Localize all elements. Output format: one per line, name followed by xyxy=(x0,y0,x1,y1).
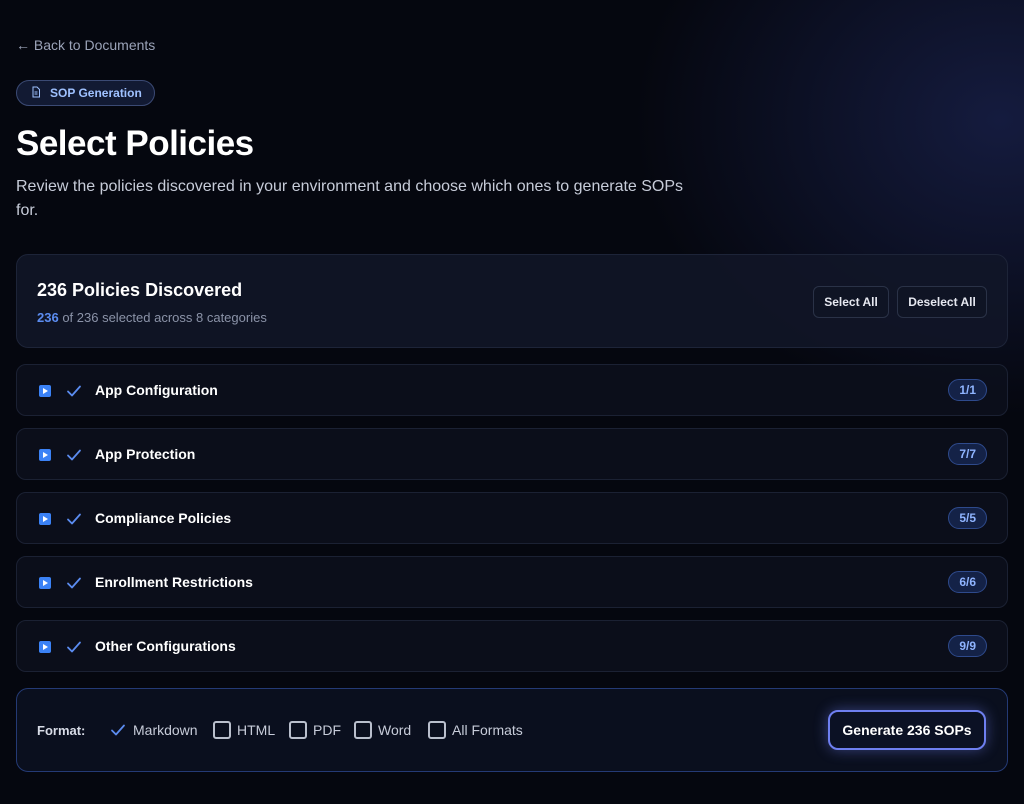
page-title: Select Policies xyxy=(16,124,254,163)
checkbox[interactable] xyxy=(213,721,231,739)
category-count-badge: 7/7 xyxy=(948,443,987,465)
category-count-badge: 1/1 xyxy=(948,379,987,401)
checkmark-icon[interactable] xyxy=(65,574,83,592)
generate-sops-button[interactable]: Generate 236 SOPs xyxy=(828,710,986,750)
document-icon xyxy=(30,86,42,101)
selection-status-text: of 236 selected across 8 categories xyxy=(58,310,267,325)
generation-footer-bar: Format: Markdown HTML PDF Word All Forma… xyxy=(16,688,1008,772)
format-option-word[interactable]: Word xyxy=(354,721,411,739)
select-all-button[interactable]: Select All xyxy=(813,286,889,318)
back-to-documents-link[interactable]: ← Back to Documents xyxy=(16,37,155,53)
format-option-html[interactable]: HTML xyxy=(213,721,275,739)
expand-icon[interactable] xyxy=(39,641,51,653)
checkmark-icon[interactable] xyxy=(65,446,83,464)
format-option-all-formats[interactable]: All Formats xyxy=(428,721,523,739)
category-row-other-configurations[interactable]: Other Configurations 9/9 xyxy=(16,620,1008,672)
checkmark-icon[interactable] xyxy=(109,721,127,739)
category-label: Other Configurations xyxy=(95,638,236,654)
badge-label: SOP Generation xyxy=(50,86,142,100)
checkbox[interactable] xyxy=(289,721,307,739)
format-option-markdown[interactable]: Markdown xyxy=(109,721,198,739)
selection-status: 236 of 236 selected across 8 categories xyxy=(37,310,267,325)
category-row-enrollment-restrictions[interactable]: Enrollment Restrictions 6/6 xyxy=(16,556,1008,608)
category-row-app-protection[interactable]: App Protection 7/7 xyxy=(16,428,1008,480)
format-option-label: All Formats xyxy=(452,722,523,738)
category-label: Compliance Policies xyxy=(95,510,232,526)
sop-generation-badge: SOP Generation xyxy=(16,80,155,106)
deselect-all-button[interactable]: Deselect All xyxy=(897,286,987,318)
category-count-badge: 9/9 xyxy=(948,635,987,657)
format-option-pdf[interactable]: PDF xyxy=(289,721,341,739)
expand-icon[interactable] xyxy=(39,513,51,525)
checkmark-icon[interactable] xyxy=(65,638,83,656)
checkbox[interactable] xyxy=(354,721,372,739)
format-option-label: Markdown xyxy=(133,722,198,738)
category-row-compliance-policies[interactable]: Compliance Policies 5/5 xyxy=(16,492,1008,544)
format-option-label: HTML xyxy=(237,722,276,738)
format-option-label: Word xyxy=(378,722,412,738)
category-label: Enrollment Restrictions xyxy=(95,574,253,590)
expand-icon[interactable] xyxy=(39,449,51,461)
page-subtitle: Review the policies discovered in your e… xyxy=(16,178,684,219)
category-row-app-configuration[interactable]: App Configuration 1/1 xyxy=(16,364,1008,416)
checkmark-icon[interactable] xyxy=(65,382,83,400)
selected-count: 236 xyxy=(37,310,59,325)
policies-discovered-heading: 236 Policies Discovered xyxy=(37,280,243,300)
expand-icon[interactable] xyxy=(39,385,51,397)
policies-summary-card: 236 Policies Discovered 236 of 236 selec… xyxy=(16,254,1008,348)
category-label: App Configuration xyxy=(95,382,218,398)
format-option-label: PDF xyxy=(313,722,341,738)
checkbox[interactable] xyxy=(428,721,446,739)
expand-icon[interactable] xyxy=(39,577,51,589)
category-count-badge: 5/5 xyxy=(948,507,987,529)
category-label: App Protection xyxy=(95,446,196,462)
format-label: Format: xyxy=(37,723,86,738)
checkmark-icon[interactable] xyxy=(65,510,83,528)
category-count-badge: 6/6 xyxy=(948,571,987,593)
